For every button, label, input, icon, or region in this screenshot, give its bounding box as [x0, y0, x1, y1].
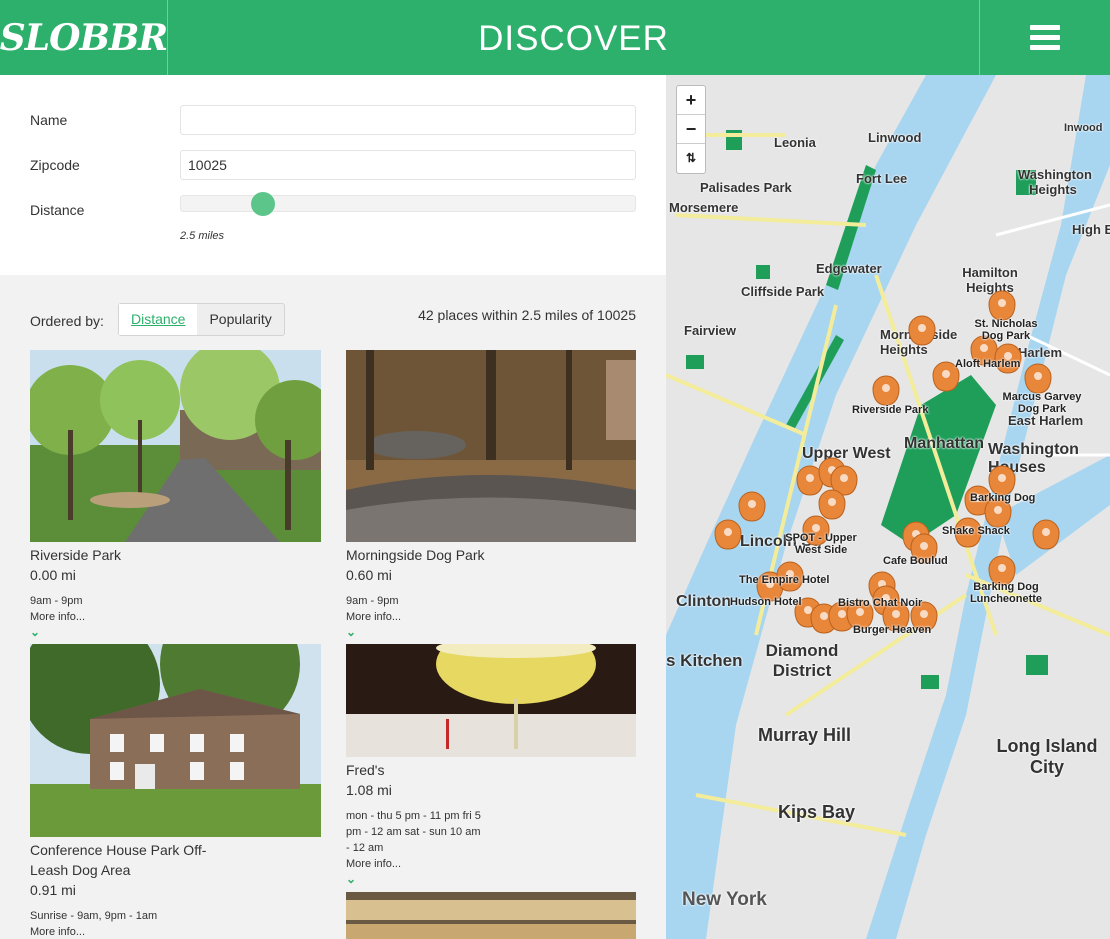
map-label: Clinton — [676, 593, 732, 610]
place-photo[interactable] — [30, 350, 321, 542]
place-card[interactable]: Fred's 1.08 mi mon - thu 5 pm - 11 pm fr… — [346, 644, 637, 885]
poi-label[interactable]: Hudson Hotel — [730, 596, 802, 608]
place-distance: 0.00 mi — [30, 567, 76, 583]
left-panel: Name Zipcode Distance 2.5 miles Ordered … — [0, 75, 666, 939]
map-label: East Harlem — [1008, 413, 1084, 428]
place-hours: 9am - 9pm — [30, 595, 83, 607]
chevron-down-icon[interactable]: ⌄ — [346, 873, 637, 885]
distance-slider-handle[interactable] — [250, 192, 275, 216]
place-card[interactable]: Riverside Park 0.00 mi 9am - 9pm More in… — [30, 350, 321, 638]
map-label: Palisades Park — [700, 180, 792, 195]
order-toggle: Distance Popularity — [118, 303, 285, 336]
place-photo[interactable] — [346, 350, 637, 542]
place-name[interactable]: Conference House Park Off-Leash Dog Area — [30, 840, 230, 880]
map[interactable]: + − ⇅ Leonia Linwood Fort Lee Palisades … — [666, 75, 1110, 939]
poi-label[interactable]: Bistro Chat Noir — [838, 597, 922, 609]
map-label: Fairview — [684, 323, 737, 338]
results-count: 42 places within 2.5 miles of 10025 — [418, 307, 636, 323]
place-distance: 0.91 mi — [30, 882, 76, 898]
name-label: Name — [30, 112, 68, 128]
poi-label[interactable]: Burger Heaven — [853, 624, 931, 636]
place-photo[interactable] — [346, 892, 637, 939]
place-name[interactable]: Riverside Park — [30, 545, 321, 565]
place-photo[interactable] — [30, 644, 321, 837]
place-card[interactable] — [346, 892, 637, 939]
map-label: Linwood — [868, 130, 922, 145]
poi-label[interactable]: Marcus Garvey Dog Park — [1002, 391, 1082, 415]
page-title: DISCOVER — [478, 19, 669, 58]
top-bar: SLOBBR DISCOVER — [0, 0, 1110, 75]
place-hours: mon - thu 5 pm - 11 pm fri 5 pm - 12 am … — [346, 810, 481, 854]
more-info-link[interactable]: More info... — [30, 924, 321, 939]
chevron-down-icon[interactable]: ⌄ — [346, 626, 637, 638]
map-zoom-controls: + − ⇅ — [676, 85, 706, 174]
map-label: Murray Hill — [758, 725, 852, 745]
map-label: Morningside Heights — [880, 327, 958, 357]
map-label: Inwood — [1064, 122, 1103, 134]
hamburger-menu-icon[interactable] — [979, 0, 1110, 75]
poi-label[interactable]: Aloft Harlem — [955, 358, 1020, 370]
logo-text: SLOBBR — [0, 16, 168, 59]
map-label: New York — [682, 889, 767, 910]
name-input[interactable] — [180, 105, 636, 135]
map-label: Fort Lee — [856, 171, 908, 186]
ordered-by-label: Ordered by: — [30, 313, 104, 329]
place-distance: 0.60 mi — [346, 567, 392, 583]
zipcode-input[interactable] — [180, 150, 636, 180]
compass-reset-icon[interactable]: ⇅ — [677, 144, 705, 173]
place-name[interactable]: Fred's — [346, 760, 637, 780]
map-label: Morsemere — [669, 200, 739, 215]
map-label: Diamond District — [765, 641, 839, 680]
poi-label[interactable]: Barking Dog Luncheonette — [964, 581, 1048, 605]
poi-label[interactable]: Riverside Park — [852, 404, 928, 416]
more-info-link[interactable]: More info... — [346, 609, 637, 625]
map-label: Kips Bay — [778, 802, 856, 822]
map-label: High B — [1072, 222, 1110, 237]
poi-label[interactable]: Barking Dog — [970, 492, 1035, 504]
place-photo[interactable] — [346, 644, 637, 757]
poi-label[interactable]: St. Nicholas Dog Park — [966, 318, 1046, 342]
map-label: Hamilton Heights — [962, 265, 1018, 295]
map-label: Long Island City — [996, 736, 1098, 777]
filter-form: Name Zipcode Distance 2.5 miles — [0, 75, 666, 275]
poi-label[interactable]: Shake Shack — [942, 525, 1010, 537]
place-hours: 9am - 9pm — [346, 595, 399, 607]
map-label: Leonia — [774, 135, 816, 150]
order-distance-button[interactable]: Distance — [119, 304, 198, 335]
more-info-link[interactable]: More info... — [30, 609, 321, 625]
poi-label[interactable]: SPOT - Upper West Side — [776, 532, 866, 556]
map-label: Cliffside Park — [741, 284, 825, 299]
poi-label[interactable]: Cafe Boulud — [883, 555, 948, 567]
map-label: Manhattan — [904, 435, 984, 452]
place-card[interactable]: Conference House Park Off-Leash Dog Area… — [30, 644, 321, 939]
zoom-out-button[interactable]: − — [677, 115, 705, 144]
logo[interactable]: SLOBBR — [0, 0, 168, 75]
distance-value: 2.5 miles — [180, 230, 225, 242]
distance-slider[interactable] — [180, 192, 636, 216]
distance-label: Distance — [30, 202, 85, 218]
place-card[interactable]: Morningside Dog Park 0.60 mi 9am - 9pm M… — [346, 350, 637, 638]
map-label: Upper West — [802, 445, 891, 462]
more-info-link[interactable]: More info... — [346, 856, 637, 872]
chevron-down-icon[interactable]: ⌄ — [30, 626, 321, 638]
map-label: Washington Houses — [988, 441, 1079, 476]
place-hours: Sunrise - 9am, 9pm - 1am — [30, 910, 158, 922]
zipcode-label: Zipcode — [30, 157, 80, 173]
order-popularity-button[interactable]: Popularity — [197, 304, 283, 335]
map-label: s Kitchen — [666, 651, 743, 670]
map-label: Harlem — [1018, 345, 1063, 360]
zoom-in-button[interactable]: + — [677, 86, 705, 115]
map-label: Washington Heights — [1018, 167, 1092, 197]
poi-label[interactable]: The Empire Hotel — [739, 574, 829, 586]
place-distance: 1.08 mi — [346, 782, 392, 798]
place-name[interactable]: Morningside Dog Park — [346, 545, 637, 565]
map-label: Edgewater — [816, 261, 882, 276]
